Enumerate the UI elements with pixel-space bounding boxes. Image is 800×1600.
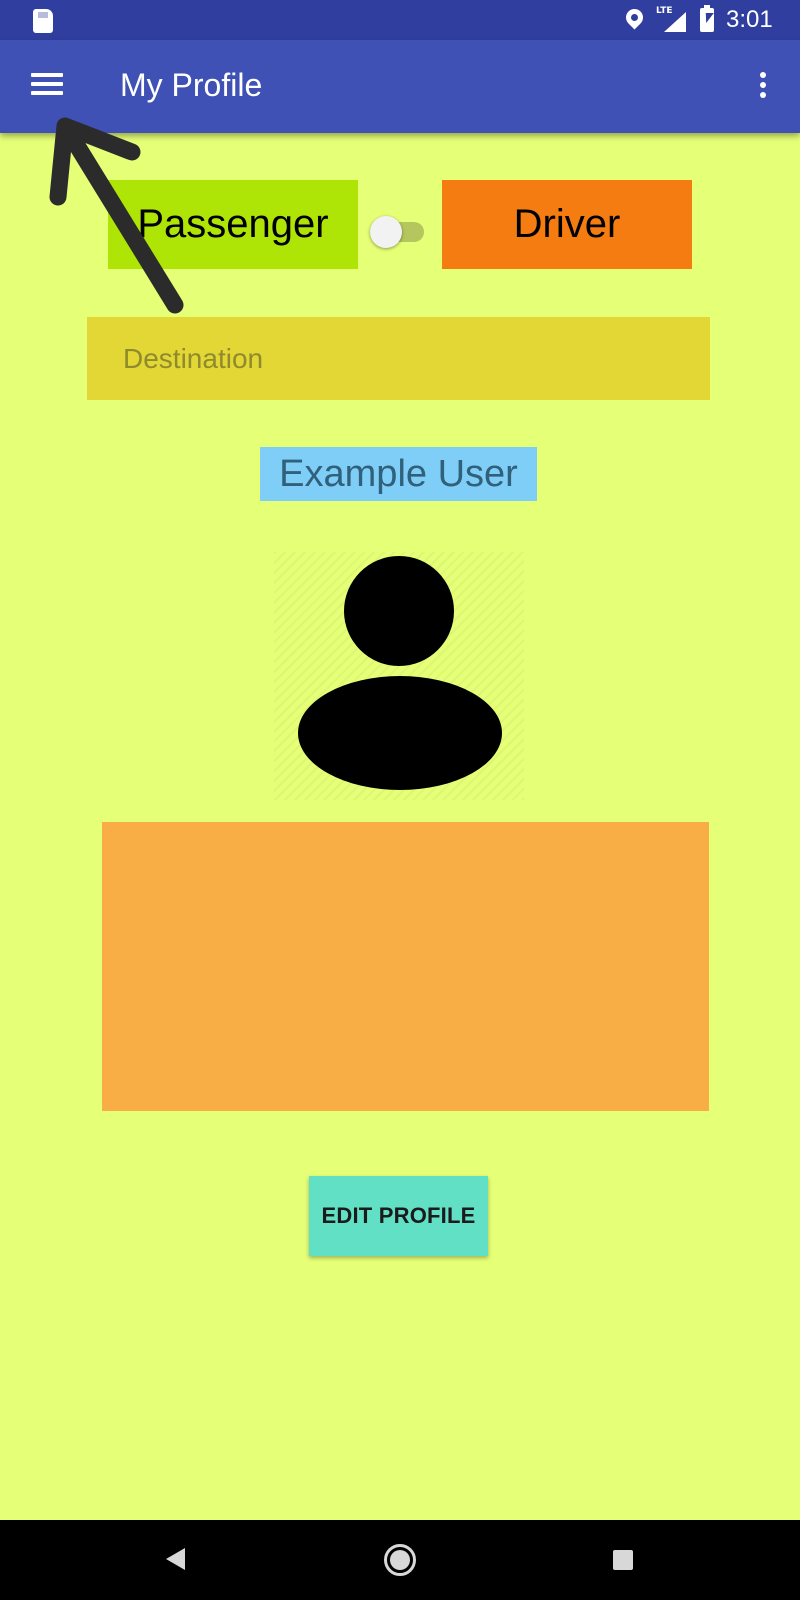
recents-icon[interactable] xyxy=(613,1550,633,1570)
destination-input[interactable] xyxy=(87,317,710,400)
avatar xyxy=(274,552,524,800)
system-nav-bar xyxy=(0,1520,800,1600)
person-icon-body xyxy=(298,676,502,790)
status-clock: 3:01 xyxy=(726,6,773,33)
user-name-label: Example User xyxy=(260,447,537,501)
person-icon xyxy=(344,556,454,666)
sd-card-icon xyxy=(33,9,53,33)
battery-charging-icon xyxy=(700,5,714,32)
bio-box xyxy=(102,822,709,1111)
role-switch-thumb xyxy=(370,216,402,248)
role-switch[interactable] xyxy=(370,216,424,248)
hamburger-menu-icon[interactable] xyxy=(20,58,72,110)
app-bar: My Profile xyxy=(0,40,800,133)
passenger-label: Passenger xyxy=(108,180,358,269)
location-icon xyxy=(622,5,647,30)
driver-label: Driver xyxy=(442,180,692,269)
edit-profile-button[interactable]: EDIT PROFILE xyxy=(309,1176,488,1256)
more-vert-icon[interactable] xyxy=(744,66,780,110)
status-bar: LTE 3:01 xyxy=(0,0,800,40)
page-title: My Profile xyxy=(120,67,263,103)
signal-icon xyxy=(664,12,686,32)
home-icon[interactable] xyxy=(384,1544,416,1576)
back-icon[interactable] xyxy=(166,1548,185,1570)
